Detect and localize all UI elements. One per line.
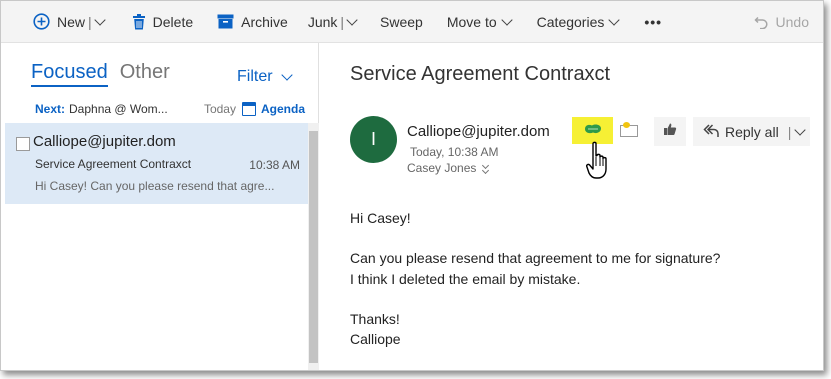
message-list-pane: Focused Other Filter Next: Daphna @ Wom.…: [1, 43, 319, 370]
archive-icon: [217, 14, 234, 29]
reply-all-label: Reply all: [725, 123, 779, 140]
outlook-window: New | Delete Archive Junk | Sweep Move t…: [0, 0, 824, 371]
agenda-link[interactable]: Agenda: [241, 102, 305, 116]
sweep-label: Sweep: [380, 13, 423, 30]
email-sent-time: Today, 10:38 AM: [410, 145, 499, 159]
chevron-down-icon: [608, 13, 621, 26]
move-to-button[interactable]: Move to: [433, 1, 523, 43]
archive-button[interactable]: Archive: [203, 1, 298, 43]
thumbs-up-icon: [663, 122, 677, 141]
like-button[interactable]: [654, 117, 686, 146]
command-bar: New | Delete Archive Junk | Sweep Move t…: [1, 1, 823, 43]
delete-label: Delete: [152, 13, 194, 30]
tab-other[interactable]: Other: [120, 61, 170, 84]
addin-icon: [583, 122, 603, 140]
expand-recipients-icon[interactable]: [482, 161, 490, 175]
chevron-down-icon[interactable]: [346, 13, 358, 26]
recipient-name: Casey Jones: [407, 161, 477, 175]
email-closing: Thanks!: [350, 311, 400, 327]
junk-label: Junk: [307, 13, 338, 30]
chevron-down-icon[interactable]: [93, 13, 106, 26]
reply-all-button[interactable]: Reply all |: [693, 117, 810, 146]
email-body-line: Can you please resend that agreement to …: [350, 250, 721, 266]
chevron-down-icon: [280, 69, 293, 81]
message-time: 10:38 AM: [249, 158, 300, 172]
move-to-label: Move to: [446, 13, 497, 30]
more-actions-button[interactable]: •••: [630, 1, 672, 43]
agenda-label: Agenda: [260, 102, 305, 116]
new-label: New: [57, 13, 86, 30]
filter-button[interactable]: Filter: [237, 68, 293, 86]
email-body-line: I think I deleted the email by mistake.: [350, 271, 581, 287]
undo-icon: [753, 14, 769, 29]
message-list-scrollbar[interactable]: [308, 123, 319, 370]
scrollbar-thumb[interactable]: [309, 131, 318, 363]
email-signature: Calliope: [350, 331, 401, 347]
message-preview: Hi Casey! Can you please resend that agr…: [35, 179, 275, 193]
separator: |: [88, 13, 92, 30]
chevron-down-icon[interactable]: [794, 123, 807, 136]
categories-label: Categories: [536, 13, 605, 30]
separator: |: [787, 123, 792, 140]
new-button[interactable]: New |: [1, 1, 116, 43]
chevron-down-icon: [500, 13, 513, 26]
email-sender[interactable]: Calliope@jupiter.dom: [407, 123, 550, 140]
email-recipients[interactable]: Casey Jones: [407, 161, 490, 175]
trash-icon: [132, 13, 146, 30]
filter-label: Filter: [237, 68, 273, 85]
event-day: Today: [203, 102, 236, 116]
avatar-initial: I: [370, 129, 376, 149]
calendar-icon: [241, 102, 256, 116]
select-checkbox[interactable]: [16, 137, 30, 151]
delete-button[interactable]: Delete: [116, 1, 203, 43]
archive-label: Archive: [241, 13, 288, 30]
addin-button[interactable]: [572, 117, 613, 144]
next-event: Daphna @ Wom...: [69, 102, 168, 116]
email-greeting: Hi Casey!: [350, 210, 411, 226]
undo-label: Undo: [775, 13, 809, 30]
next-event-bar[interactable]: Next: Daphna @ Wom... Today Agenda: [35, 102, 305, 116]
message-subject: Service Agreement Contraxct: [35, 157, 192, 171]
undo-button[interactable]: Undo: [744, 1, 823, 43]
message-sender: Calliope@jupiter.dom: [33, 133, 176, 150]
avatar[interactable]: I: [350, 116, 397, 163]
tab-focused[interactable]: Focused: [31, 61, 108, 87]
hand-cursor-icon: [586, 141, 614, 186]
email-subject: Service Agreement Contraxct: [350, 63, 611, 85]
envelope-icon[interactable]: [620, 122, 638, 137]
categories-button[interactable]: Categories: [523, 1, 631, 43]
sweep-button[interactable]: Sweep: [368, 1, 433, 43]
junk-button[interactable]: Junk |: [298, 1, 368, 43]
separator: |: [340, 13, 345, 30]
list-item[interactable]: Calliope@jupiter.dom Service Agreement C…: [5, 123, 308, 204]
reading-pane: Service Agreement Contraxct I Calliope@j…: [320, 43, 823, 370]
next-label: Next:: [35, 102, 66, 116]
inbox-tabs: Focused Other: [31, 61, 170, 87]
reply-all-icon: [703, 123, 719, 141]
plus-circle-icon: [33, 13, 50, 30]
more-icon: •••: [644, 13, 663, 30]
